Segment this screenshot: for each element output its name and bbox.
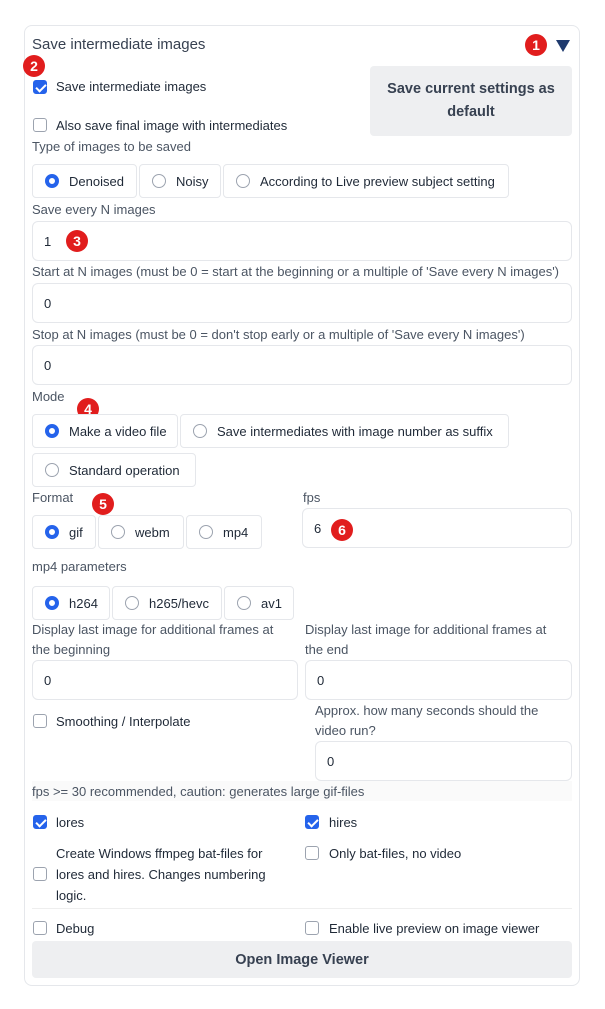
bat-files-label: Create Windows ffmpeg bat-files for lore… xyxy=(56,846,266,903)
also-save-final-label: Also save final image with intermediates xyxy=(56,118,288,133)
divider xyxy=(32,908,572,909)
only-bat-label: Only bat-files, no video xyxy=(329,846,462,861)
also-save-final-checkbox[interactable] xyxy=(33,118,47,132)
last-frames-begin-input[interactable]: 0 xyxy=(32,660,298,700)
debug-label: Debug xyxy=(56,921,95,936)
radio-label: Make a video file xyxy=(69,423,167,439)
format-label: Format xyxy=(32,490,74,505)
lores-checkbox[interactable] xyxy=(33,815,47,829)
radio-mp4[interactable]: mp4 xyxy=(186,515,262,549)
stop-at-label: Stop at N images (must be 0 = don't stop… xyxy=(32,327,525,342)
radio-gif[interactable]: gif xyxy=(32,515,96,549)
radio-dot xyxy=(45,174,59,188)
bat-files-checkbox[interactable] xyxy=(33,867,47,881)
last-frames-end-label: Display last image for additional frames… xyxy=(305,622,547,657)
save-default-button[interactable]: Save current settings as default xyxy=(370,66,572,136)
debug-checkbox[interactable] xyxy=(33,921,47,935)
radio-label: mp4 xyxy=(223,524,249,540)
start-at-label: Start at N images (must be 0 = start at … xyxy=(32,264,560,279)
radio-label: Denoised xyxy=(69,173,124,189)
radio-dot xyxy=(236,174,250,188)
radio-label: Save intermediates with image number as … xyxy=(217,423,493,439)
stop-at-input[interactable]: 0 xyxy=(32,345,572,385)
radio-make-video[interactable]: Make a video file xyxy=(32,414,178,448)
radio-label: h265/hevc xyxy=(149,595,209,611)
accordion-title[interactable]: Save intermediate images xyxy=(32,36,205,53)
radio-standard-operation[interactable]: Standard operation xyxy=(32,453,196,487)
radio-dot xyxy=(193,424,207,438)
radio-dot xyxy=(125,596,139,610)
radio-live-preview-subject[interactable]: According to Live preview subject settin… xyxy=(223,164,509,198)
smoothing-checkbox[interactable] xyxy=(33,714,47,728)
radio-dot xyxy=(45,424,59,438)
radio-label: Standard operation xyxy=(69,462,180,478)
radio-dot xyxy=(45,525,59,539)
annotation-badge-2: 2 xyxy=(23,55,45,77)
radio-label: According to Live preview subject settin… xyxy=(260,173,495,189)
radio-label: webm xyxy=(135,524,170,540)
hires-checkbox[interactable] xyxy=(305,815,319,829)
video-seconds-label: Approx. how many seconds should the vide… xyxy=(315,703,539,738)
radio-save-intermediates-suffix[interactable]: Save intermediates with image number as … xyxy=(180,414,509,448)
radio-dot xyxy=(45,596,59,610)
radio-dot xyxy=(199,525,213,539)
radio-label: gif xyxy=(69,524,83,540)
radio-dot xyxy=(111,525,125,539)
fps-note: fps >= 30 recommended, caution: generate… xyxy=(32,784,365,799)
start-at-input[interactable]: 0 xyxy=(32,283,572,323)
fps-label: fps xyxy=(303,490,321,505)
annotation-badge-5: 5 xyxy=(92,493,114,515)
radio-label: h264 xyxy=(69,595,98,611)
hires-label: hires xyxy=(329,815,358,830)
last-frames-end-input[interactable]: 0 xyxy=(305,660,572,700)
save-every-label: Save every N images xyxy=(32,202,156,217)
save-every-input[interactable]: 1 xyxy=(32,221,572,261)
save-intermediate-checkbox[interactable] xyxy=(33,80,47,94)
radio-dot xyxy=(45,463,59,477)
live-preview-checkbox[interactable] xyxy=(305,921,319,935)
annotation-badge-1: 1 xyxy=(525,34,547,56)
triangle-down-icon[interactable] xyxy=(556,39,570,57)
radio-noisy[interactable]: Noisy xyxy=(139,164,221,198)
last-frames-begin-label: Display last image for additional frames… xyxy=(32,622,274,657)
radio-label: Noisy xyxy=(176,173,209,189)
annotation-badge-6: 6 xyxy=(331,519,353,541)
radio-label: av1 xyxy=(261,595,282,611)
radio-webm[interactable]: webm xyxy=(98,515,184,549)
radio-dot xyxy=(237,596,251,610)
radio-h265-hevc[interactable]: h265/hevc xyxy=(112,586,222,620)
radio-h264[interactable]: h264 xyxy=(32,586,110,620)
smoothing-label: Smoothing / Interpolate xyxy=(56,714,191,729)
only-bat-checkbox[interactable] xyxy=(305,846,319,860)
save-intermediate-label: Save intermediate images xyxy=(56,79,207,94)
annotation-badge-3: 3 xyxy=(66,230,88,252)
radio-denoised[interactable]: Denoised xyxy=(32,164,137,198)
radio-av1[interactable]: av1 xyxy=(224,586,294,620)
live-preview-label: Enable live preview on image viewer xyxy=(329,921,540,936)
mode-label: Mode xyxy=(32,389,65,404)
lores-label: lores xyxy=(56,815,85,830)
video-seconds-input[interactable]: 0 xyxy=(315,741,572,781)
mp4-params-label: mp4 parameters xyxy=(32,559,127,574)
radio-dot xyxy=(152,174,166,188)
open-image-viewer-button[interactable]: Open Image Viewer xyxy=(32,941,572,978)
image-type-label: Type of images to be saved xyxy=(32,139,191,154)
